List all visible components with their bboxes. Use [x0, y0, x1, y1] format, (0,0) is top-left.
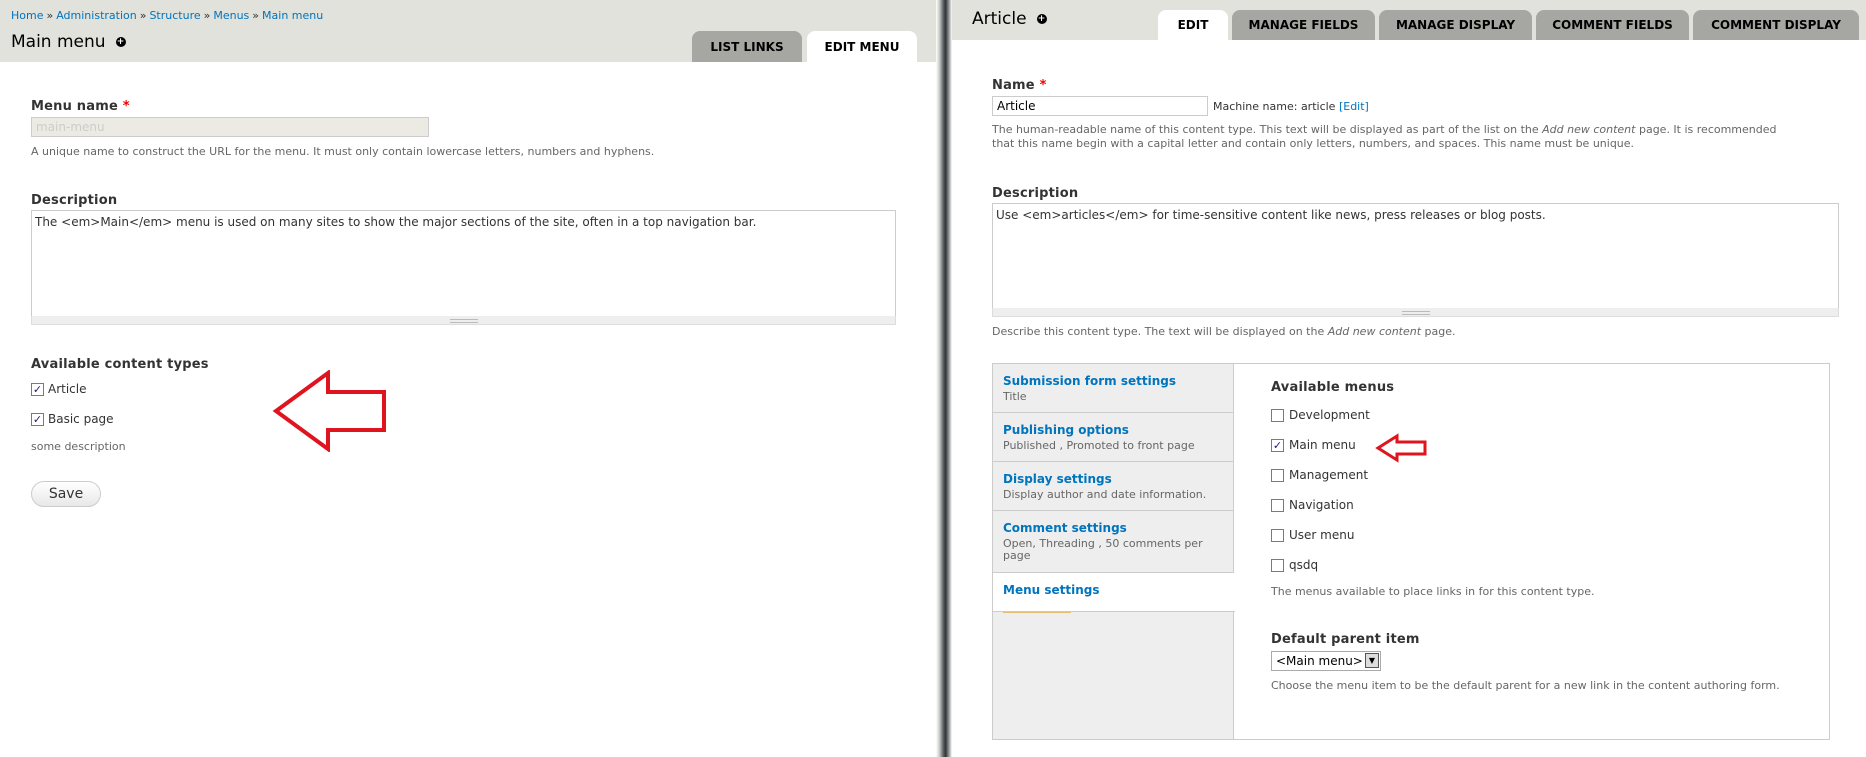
description-help: Describe this content type. The text wil… [992, 325, 1456, 338]
tab-comment-display[interactable]: COMMENT DISPLAY [1693, 10, 1859, 40]
default-parent-help: Choose the menu item to be the default p… [1271, 679, 1780, 692]
menu-name-help: A unique name to construct the URL for t… [31, 145, 655, 158]
development-checkbox[interactable] [1271, 409, 1284, 422]
page-title: Article + [972, 9, 1047, 29]
breadcrumb-menus[interactable]: Menus [213, 9, 249, 22]
basic-page-checkbox-label: Basic page [48, 412, 114, 426]
available-menus-label: Available menus [1271, 380, 1395, 395]
chevron-down-icon[interactable]: ▼ [1365, 653, 1379, 668]
default-parent-value: <Main menu> [1276, 654, 1363, 668]
basic-page-checkbox[interactable]: ✓ [31, 413, 44, 426]
vtab-display-settings[interactable]: Display settings Display author and date … [993, 462, 1234, 511]
tab-edit-menu[interactable]: EDIT MENU [807, 31, 917, 62]
main-menu-checkbox[interactable]: ✓ [1271, 439, 1284, 452]
name-label: Name * [992, 78, 1047, 93]
article-checkbox[interactable]: ✓ [31, 383, 44, 396]
default-parent-select[interactable]: <Main menu> ▼ [1271, 651, 1381, 671]
content-types-help: some description [31, 440, 126, 453]
tab-list-links[interactable]: LIST LINKS [692, 31, 802, 62]
add-shortcut-icon[interactable]: + [115, 37, 126, 47]
required-marker: * [1039, 78, 1047, 93]
management-checkbox[interactable] [1271, 469, 1284, 482]
menu-name-field: main-menu [31, 117, 429, 137]
breadcrumb-separator: » [203, 9, 211, 22]
annotation-arrow-icon [272, 370, 386, 452]
page-header: Home» Administration» Structure» Menus» Main… [0, 0, 936, 62]
qsdq-checkbox[interactable] [1271, 559, 1284, 572]
vtab-publishing-options[interactable]: Publishing options Published , Promoted t… [993, 413, 1234, 462]
navigation-checkbox-label: Navigation [1289, 498, 1354, 512]
vertical-tabs-list: Submission form settings Title Publishing… [993, 364, 1235, 739]
breadcrumb-main-menu[interactable]: Main menu [262, 9, 323, 22]
page-title: Main menu + [11, 32, 126, 52]
breadcrumb-structure[interactable]: Structure [149, 9, 200, 22]
machine-name-edit-link[interactable]: [Edit] [1339, 100, 1369, 113]
add-shortcut-icon[interactable]: + [1036, 14, 1047, 24]
description-label: Description [992, 186, 1079, 201]
content-types-label: Available content types [31, 357, 209, 372]
window-divider [936, 0, 952, 757]
page-title-text: Article [972, 9, 1027, 29]
annotation-arrow-icon [1375, 433, 1427, 463]
name-help-line-2: that this name begin with a capital lett… [992, 137, 1635, 150]
vtab-comment-settings[interactable]: Comment settings Open, Threading , 50 com… [993, 511, 1234, 573]
textarea-resize-grip[interactable] [992, 308, 1839, 317]
page-title-text: Main menu [11, 32, 106, 52]
article-checkbox-label: Article [48, 382, 87, 396]
machine-name: Machine name: article [Edit] [1213, 100, 1369, 113]
tab-edit[interactable]: EDIT [1158, 10, 1228, 40]
textarea-resize-grip[interactable] [31, 316, 896, 325]
name-help-line-1: The human-readable name of this content … [992, 123, 1777, 136]
management-checkbox-label: Management [1289, 468, 1369, 482]
page-header: Article + EDIT MANAGE FIELDS MANAGE DISPL… [952, 0, 1866, 40]
vtab-menu-settings[interactable]: Menu settings [993, 573, 1235, 612]
required-marker: * [122, 99, 130, 114]
right-pane: Article + EDIT MANAGE FIELDS MANAGE DISPL… [952, 0, 1866, 757]
available-menus-help: The menus available to place links in fo… [1271, 585, 1595, 598]
breadcrumb: Home» Administration» Structure» Menus» Main… [11, 9, 323, 22]
description-textarea[interactable]: The <em>Main</em> menu is used on many s… [31, 210, 896, 317]
menu-name-label: Menu name * [31, 99, 130, 114]
save-button[interactable]: Save [31, 481, 101, 507]
qsdq-checkbox-label: qsdq [1289, 558, 1319, 572]
user-menu-checkbox[interactable] [1271, 529, 1284, 542]
tab-comment-fields[interactable]: COMMENT FIELDS [1536, 10, 1689, 40]
description-textarea[interactable]: Use <em>articles</em> for time-sensitive… [992, 203, 1839, 309]
tab-manage-display[interactable]: MANAGE DISPLAY [1379, 10, 1532, 40]
default-parent-label: Default parent item [1271, 632, 1420, 647]
left-pane: Home» Administration» Structure» Menus» Main… [0, 0, 936, 757]
breadcrumb-home[interactable]: Home [11, 9, 43, 22]
vertical-tabs: Submission form settings Title Publishing… [992, 363, 1830, 740]
breadcrumb-separator: » [46, 9, 54, 22]
name-field[interactable]: Article [992, 96, 1208, 116]
navigation-checkbox[interactable] [1271, 499, 1284, 512]
vtab-submission-form-settings[interactable]: Submission form settings Title [993, 364, 1234, 413]
breadcrumb-separator: » [139, 9, 147, 22]
development-checkbox-label: Development [1289, 408, 1370, 422]
user-menu-checkbox-label: User menu [1289, 528, 1355, 542]
breadcrumb-administration[interactable]: Administration [56, 9, 137, 22]
description-label: Description [31, 193, 118, 208]
tab-manage-fields[interactable]: MANAGE FIELDS [1232, 10, 1375, 40]
breadcrumb-separator: » [252, 9, 260, 22]
vtab-underline [1003, 612, 1071, 613]
main-menu-checkbox-label: Main menu [1289, 438, 1356, 452]
